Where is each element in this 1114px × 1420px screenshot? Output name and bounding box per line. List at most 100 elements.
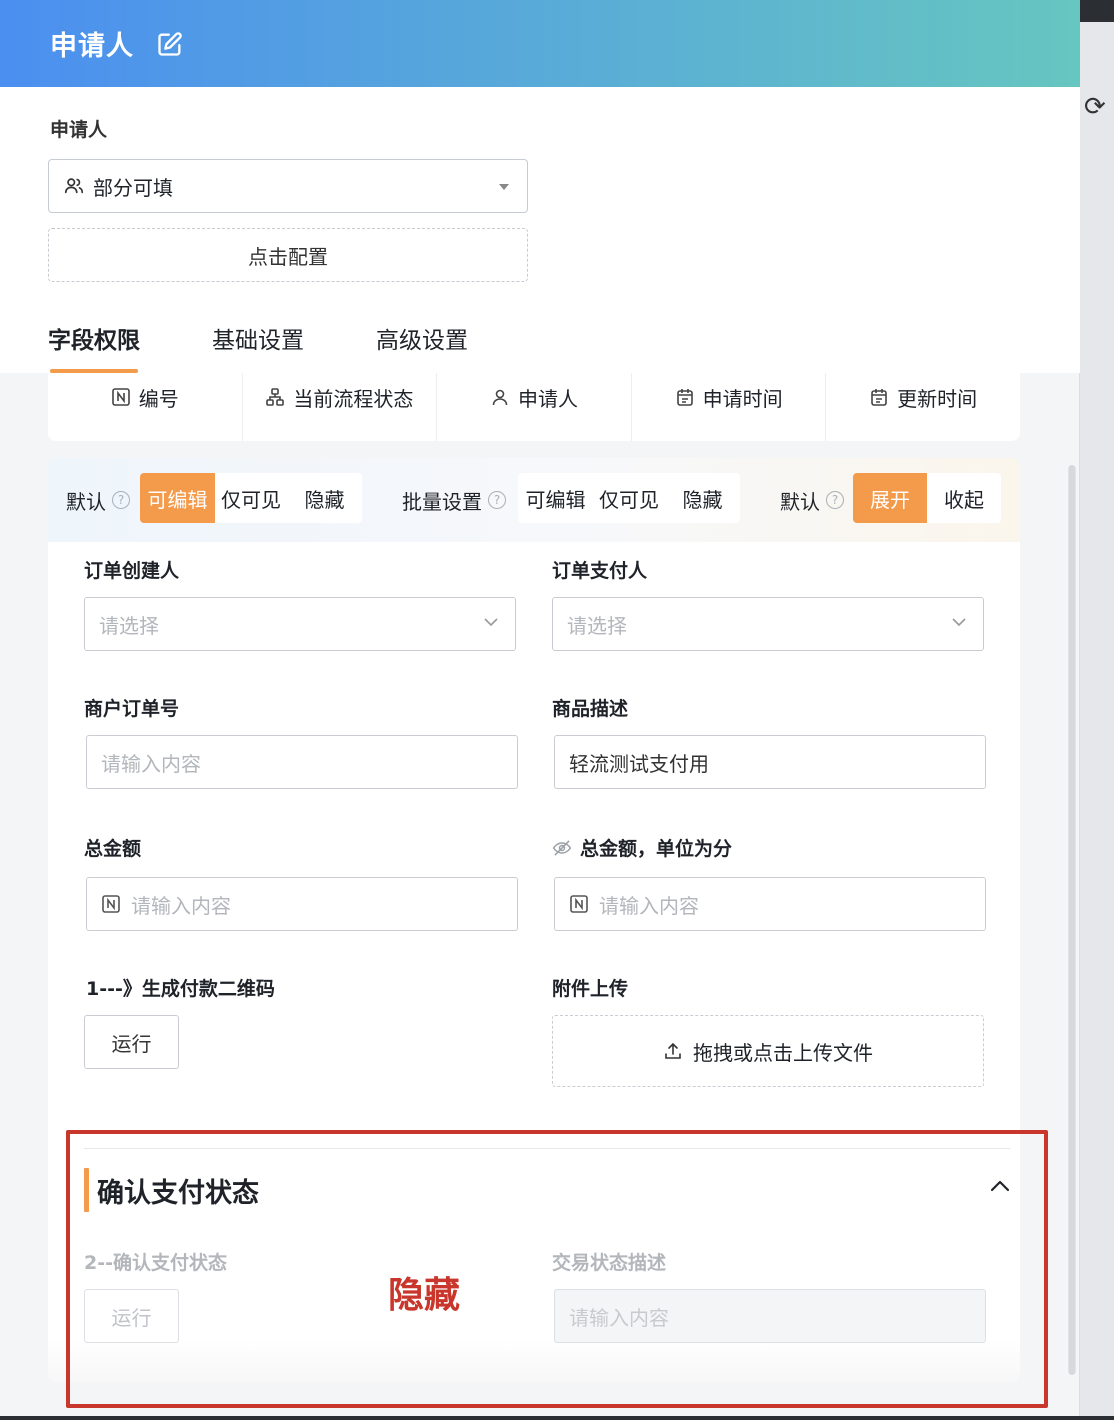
- number-icon: [101, 894, 121, 914]
- trade-status-placeholder: 请输入内容: [569, 1305, 669, 1330]
- help-icon[interactable]: ?: [488, 491, 506, 509]
- batch-setting-label: 批量设置 ?: [402, 458, 506, 542]
- background-toolbar: [1080, 0, 1114, 22]
- system-field-update-time: 更新时间: [826, 373, 1020, 441]
- panel-header: 申请人: [0, 0, 1080, 87]
- applicant-permission-select[interactable]: 部分可填: [48, 159, 528, 213]
- batch-permission-segment: 可编辑 仅可见 隐藏: [518, 473, 740, 523]
- system-field-flow-status: 当前流程状态: [243, 373, 438, 441]
- merchant-order-no-placeholder: 请输入内容: [101, 751, 201, 776]
- default-permission-segment: 可编辑 仅可见 隐藏: [140, 473, 362, 523]
- system-field-applicant: 申请人: [437, 373, 632, 441]
- default-permission-label: 默认 ?: [66, 458, 130, 542]
- order-payer-placeholder: 请选择: [567, 613, 627, 638]
- total-amount-cents-input[interactable]: 请输入内容: [554, 877, 986, 931]
- background-icon: ⟳: [1084, 92, 1106, 122]
- trade-status-input[interactable]: 请输入内容: [554, 1289, 986, 1343]
- system-field-label: 更新时间: [897, 386, 978, 411]
- panel-title: 申请人: [50, 31, 134, 62]
- attachment-upload-area[interactable]: 拖拽或点击上传文件: [552, 1015, 984, 1087]
- order-creator-placeholder: 请选择: [99, 613, 159, 638]
- batch-option-editable[interactable]: 可编辑: [518, 473, 593, 523]
- bottom-fade: [48, 1340, 1020, 1382]
- system-fields-card: 编号 当前流程状态 申请人 申请时间 更新时间: [48, 373, 1020, 441]
- chevron-up-icon[interactable]: [988, 1174, 1012, 1202]
- section-header: 确认支付状态: [84, 1168, 259, 1212]
- total-amount-cents-placeholder: 请输入内容: [599, 893, 699, 918]
- upload-text: 拖拽或点击上传文件: [693, 1040, 873, 1065]
- system-field-label: 当前流程状态: [293, 386, 414, 411]
- edit-title-icon[interactable]: [156, 30, 184, 58]
- user-icon: [490, 387, 510, 407]
- order-payer-select[interactable]: 请选择: [552, 597, 984, 651]
- default-option-hidden[interactable]: 隐藏: [287, 473, 362, 523]
- product-desc-value: 轻流测试支付用: [569, 751, 709, 776]
- calendar-icon: [675, 387, 695, 407]
- system-field-label: 申请时间: [702, 386, 783, 411]
- calendar-icon: [869, 387, 889, 407]
- attachment-label: 附件上传: [552, 978, 629, 1000]
- flow-icon: [265, 387, 285, 407]
- order-payer-label: 订单支付人: [552, 560, 648, 582]
- upload-icon: [663, 1041, 683, 1061]
- section-accent-bar: [84, 1168, 89, 1212]
- expand-label-text: 默认: [780, 489, 820, 514]
- eye-off-icon: [552, 838, 572, 858]
- settings-tabs: 字段权限 基础设置 高级设置: [48, 321, 540, 373]
- product-desc-input[interactable]: 轻流测试支付用: [554, 735, 986, 789]
- help-icon[interactable]: ?: [112, 491, 130, 509]
- merchant-order-no-input[interactable]: 请输入内容: [86, 735, 518, 789]
- chevron-down-icon: [949, 612, 969, 637]
- applicant-permission-value: 部分可填: [93, 175, 173, 200]
- applicant-label: 申请人: [50, 119, 108, 141]
- order-creator-label: 订单创建人: [84, 560, 180, 582]
- qr-run-button[interactable]: 运行: [84, 1015, 179, 1069]
- expand-option-collapse[interactable]: 收起: [927, 473, 1001, 523]
- system-field-apply-time: 申请时间: [632, 373, 827, 441]
- trade-status-label: 交易状态描述: [552, 1252, 667, 1274]
- scrollbar-thumb[interactable]: [1069, 465, 1075, 1375]
- batch-option-visible[interactable]: 仅可见: [593, 473, 665, 523]
- total-amount-placeholder: 请输入内容: [131, 893, 231, 918]
- panel-scrollbar[interactable]: [1068, 465, 1076, 1375]
- annotation-label: 隐藏: [388, 1275, 461, 1316]
- qr-code-label: 1---》生成付款二维码: [86, 978, 275, 1000]
- total-amount-label: 总金额: [84, 838, 142, 860]
- total-amount-input[interactable]: 请输入内容: [86, 877, 518, 931]
- taskbar-strip: [0, 1416, 1114, 1420]
- permission-toolbar: 默认 ? 可编辑 仅可见 隐藏 批量设置 ? 可编辑 仅可见 隐藏 默认 ? 展…: [48, 458, 1020, 542]
- confirm-run-button[interactable]: 运行: [84, 1289, 179, 1343]
- merchant-order-no-label: 商户订单号: [84, 698, 180, 720]
- chevron-down-icon: [481, 612, 501, 637]
- confirm-status-label: 2--确认支付状态: [84, 1252, 227, 1274]
- order-creator-select[interactable]: 请选择: [84, 597, 516, 651]
- product-desc-label: 商品描述: [552, 698, 629, 720]
- default-option-visible[interactable]: 仅可见: [215, 473, 287, 523]
- tab-basic-settings[interactable]: 基础设置: [212, 321, 304, 373]
- applicant-settings: 申请人 部分可填 点击配置 字段权限 基础设置 高级设置: [0, 87, 1080, 373]
- expand-option-expand[interactable]: 展开: [853, 473, 927, 523]
- total-amount-cents-label: 总金额，单位为分: [580, 838, 733, 860]
- batch-label-text: 批量设置: [402, 489, 482, 514]
- tab-advanced-settings[interactable]: 高级设置: [376, 321, 468, 373]
- default-option-editable[interactable]: 可编辑: [140, 473, 215, 523]
- default-expand-label: 默认 ?: [780, 458, 844, 542]
- users-icon: [63, 175, 85, 197]
- system-field-label: 申请人: [517, 386, 578, 411]
- section-divider: [84, 1148, 1010, 1149]
- total-amount-cents-label-wrap: 总金额，单位为分: [552, 834, 732, 861]
- background-page: ⟳: [1080, 0, 1114, 1420]
- caret-down-icon: [499, 184, 509, 190]
- expand-segment: 展开 收起: [853, 473, 1001, 523]
- tab-field-permission[interactable]: 字段权限: [48, 321, 140, 373]
- batch-option-hidden[interactable]: 隐藏: [665, 473, 740, 523]
- section-title: 确认支付状态: [97, 1177, 259, 1209]
- default-label-text: 默认: [66, 489, 106, 514]
- number-icon: [569, 894, 589, 914]
- app-window: ⟳ 申请人 申请人 部分可填 点击配置 字段权限 基础设置 高级设置 编号 当前…: [0, 0, 1114, 1420]
- node-settings-panel: 申请人 申请人 部分可填 点击配置 字段权限 基础设置 高级设置 编号 当前流程…: [0, 0, 1080, 1416]
- number-icon: [111, 387, 131, 407]
- help-icon[interactable]: ?: [826, 491, 844, 509]
- config-button[interactable]: 点击配置: [48, 228, 528, 282]
- system-field-label: 编号: [138, 386, 179, 411]
